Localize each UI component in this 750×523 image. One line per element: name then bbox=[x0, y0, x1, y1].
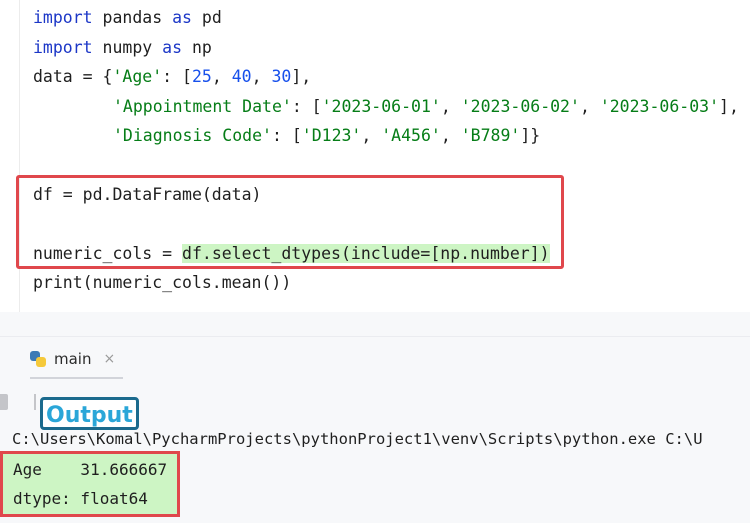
code-editor[interactable]: import pandas as pd import numpy as np d… bbox=[0, 0, 750, 312]
code-line-5: 'Diagnosis Code': ['D123', 'A456', 'B789… bbox=[113, 126, 541, 145]
stop-icon[interactable] bbox=[0, 394, 8, 410]
run-tab-main[interactable]: main × bbox=[30, 346, 115, 372]
active-tab-indicator bbox=[30, 377, 123, 379]
output-line-2: dtype: float64 bbox=[13, 489, 148, 508]
code-line-1: import pandas as pd bbox=[33, 8, 222, 27]
close-icon[interactable]: × bbox=[103, 351, 115, 367]
output-line-1: Age 31.666667 bbox=[13, 460, 168, 479]
code-line-3: data = {'Age': [25, 40, 30], bbox=[33, 67, 312, 86]
annotation-box-code bbox=[16, 175, 564, 269]
output-annotation-label: Output bbox=[40, 397, 139, 430]
annotation-box-output: Age 31.666667 dtype: float64 bbox=[0, 451, 180, 517]
toolbar-divider bbox=[34, 394, 36, 410]
run-tab-label: main bbox=[54, 350, 92, 368]
tool-window-divider bbox=[0, 336, 750, 337]
code-line-4: 'Appointment Date': ['2023-06-01', '2023… bbox=[113, 97, 739, 116]
python-icon bbox=[30, 351, 46, 367]
code-line-2: import numpy as np bbox=[33, 38, 212, 57]
code-line-8: print(numeric_cols.mean()) bbox=[33, 273, 292, 292]
